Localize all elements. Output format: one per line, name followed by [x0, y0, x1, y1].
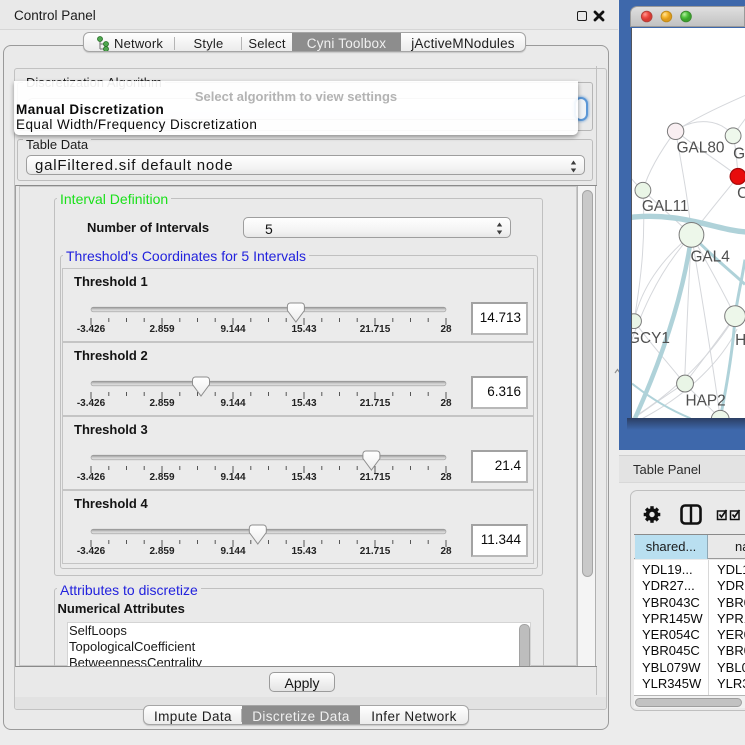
svg-text:GCY1: GCY1 — [631, 330, 670, 347]
svg-text:-3.426: -3.426 — [77, 324, 106, 335]
svg-text:15.43: 15.43 — [291, 398, 316, 409]
svg-text:CD: CD — [737, 185, 745, 202]
svg-text:GAL4: GAL4 — [690, 249, 730, 266]
svg-text:28: 28 — [440, 324, 452, 335]
svg-text:HAP2: HAP2 — [686, 392, 726, 409]
svg-text:21.715: 21.715 — [360, 546, 391, 557]
svg-text:-3.426: -3.426 — [77, 546, 106, 557]
svg-text:28: 28 — [440, 546, 452, 557]
svg-text:28: 28 — [440, 472, 452, 483]
svg-text:9.144: 9.144 — [220, 324, 245, 335]
svg-text:21.715: 21.715 — [360, 398, 391, 409]
svg-text:2.859: 2.859 — [149, 472, 174, 483]
svg-text:H: H — [735, 332, 745, 349]
svg-text:21.715: 21.715 — [360, 324, 391, 335]
svg-text:GAL11: GAL11 — [642, 198, 689, 215]
svg-text:15.43: 15.43 — [291, 324, 316, 335]
svg-text:2.859: 2.859 — [149, 546, 174, 557]
svg-text:-3.426: -3.426 — [77, 472, 106, 483]
svg-text:21.715: 21.715 — [360, 472, 391, 483]
svg-text:2.859: 2.859 — [149, 398, 174, 409]
svg-text:2.859: 2.859 — [149, 324, 174, 335]
svg-text:15.43: 15.43 — [291, 546, 316, 557]
svg-text:15.43: 15.43 — [291, 472, 316, 483]
svg-text:9.144: 9.144 — [220, 398, 245, 409]
svg-text:-3.426: -3.426 — [77, 398, 106, 409]
svg-text:9.144: 9.144 — [220, 472, 245, 483]
svg-text:GAL80: GAL80 — [677, 140, 725, 157]
svg-text:28: 28 — [440, 398, 452, 409]
svg-text:9.144: 9.144 — [220, 546, 245, 557]
svg-text:GA: GA — [733, 146, 745, 163]
